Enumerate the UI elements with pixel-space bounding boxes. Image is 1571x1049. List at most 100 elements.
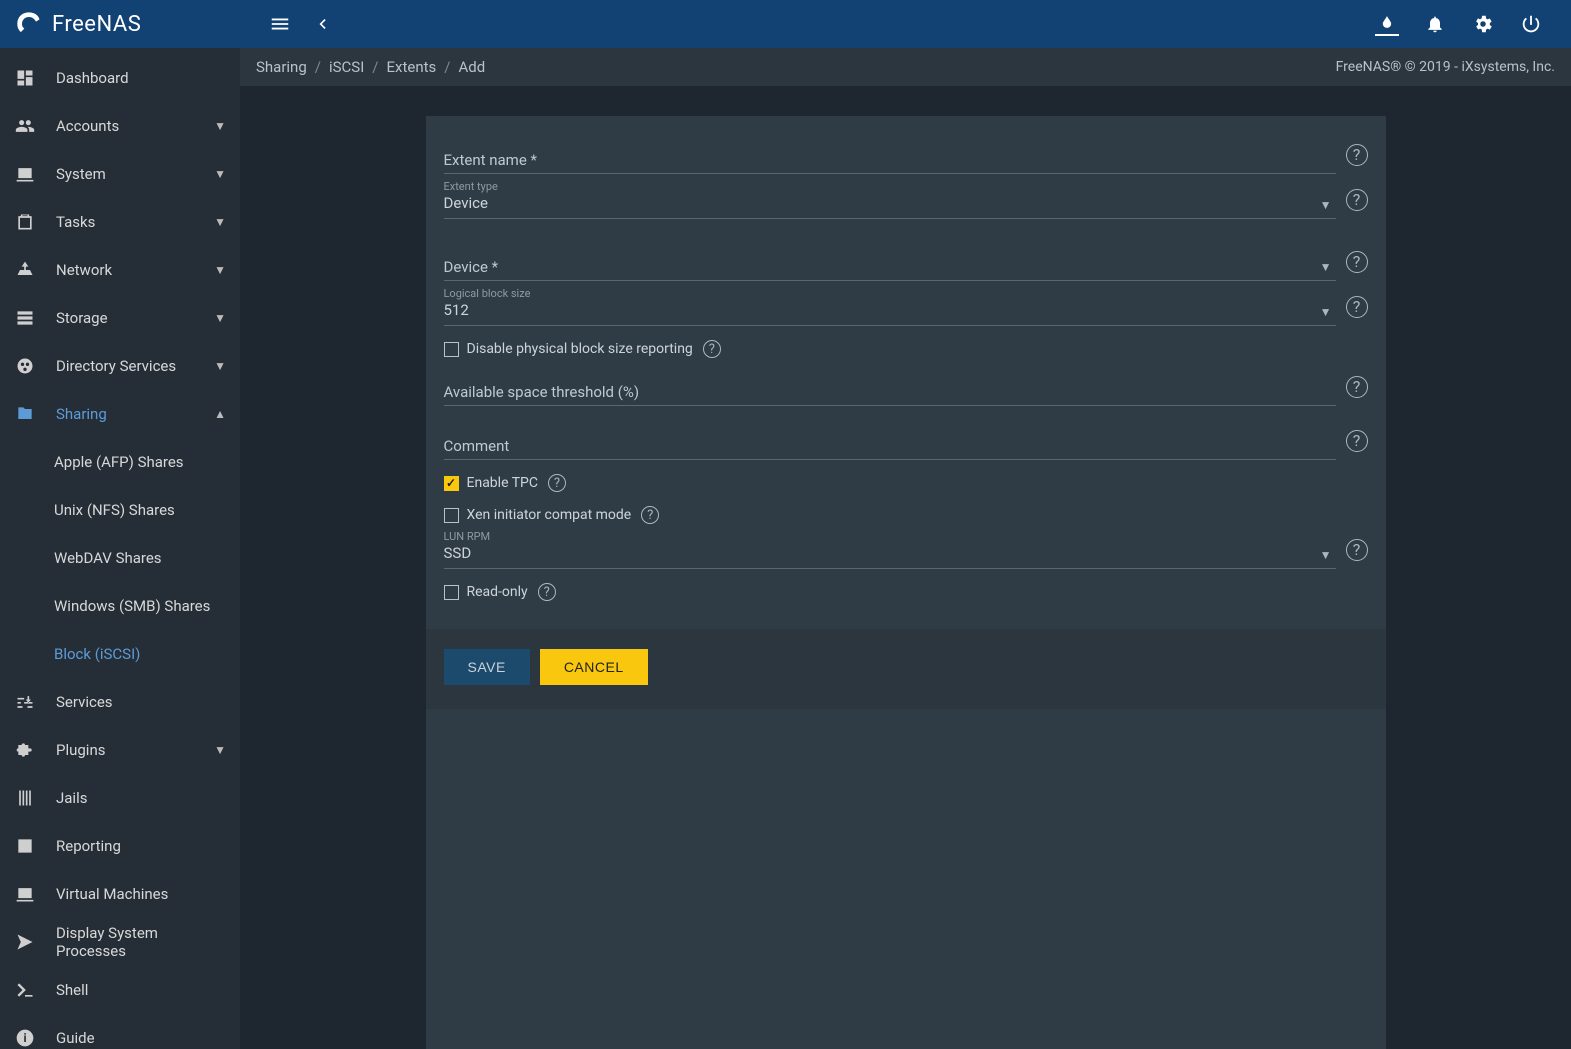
breadcrumb-sharing[interactable]: Sharing — [256, 58, 307, 76]
sidebar-label: Tasks — [56, 213, 194, 231]
extent-name-field[interactable]: Extent name * — [444, 136, 1336, 174]
help-icon[interactable]: ? — [538, 583, 556, 601]
help-icon[interactable]: ? — [1346, 296, 1368, 318]
help-icon[interactable]: ? — [548, 474, 566, 492]
tasks-icon — [14, 211, 36, 233]
processes-icon — [14, 931, 36, 953]
threshold-field[interactable]: Available space threshold (%) — [444, 368, 1336, 406]
help-icon[interactable]: ? — [1346, 376, 1368, 398]
extent-type-select[interactable]: Extent type Device ▼ — [444, 180, 1336, 219]
sidebar-item-accounts[interactable]: Accounts ▼ — [0, 102, 240, 150]
sidebar-label: Network — [56, 261, 194, 279]
help-icon[interactable]: ? — [703, 340, 721, 358]
sidebar-item-system[interactable]: System ▼ — [0, 150, 240, 198]
settings-icon[interactable] — [1471, 12, 1495, 36]
svg-text:i: i — [23, 1031, 26, 1045]
chevron-up-icon: ▲ — [214, 407, 226, 421]
sidebar-sub-smb[interactable]: Windows (SMB) Shares — [0, 582, 240, 630]
content: Sharing / iSCSI / Extents / Add FreeNAS®… — [240, 48, 1571, 1049]
shell-icon — [14, 979, 36, 1001]
sidebar-sub-afp[interactable]: Apple (AFP) Shares — [0, 438, 240, 486]
form-card: Extent name * ? Extent type Device ▼ ? — [426, 116, 1386, 1049]
breadcrumb-extents[interactable]: Extents — [386, 58, 436, 76]
topbar-left — [240, 12, 334, 36]
topbar-right — [1375, 12, 1571, 36]
sidebar-sub-nfs[interactable]: Unix (NFS) Shares — [0, 486, 240, 534]
brand: FreeNAS — [0, 9, 240, 39]
sidebar-item-shell[interactable]: Shell — [0, 966, 240, 1014]
sidebar-label: System — [56, 165, 194, 183]
services-icon — [14, 691, 36, 713]
menu-icon[interactable] — [268, 12, 292, 36]
guide-icon: i — [14, 1027, 36, 1049]
help-icon[interactable]: ? — [641, 506, 659, 524]
checkbox-label: Xen initiator compat mode — [467, 507, 632, 523]
sidebar-item-reporting[interactable]: Reporting — [0, 822, 240, 870]
field-label: Logical block size — [444, 287, 531, 300]
copyright: FreeNAS® © 2019 - iXsystems, Inc. — [1336, 59, 1555, 75]
field-value: Device — [444, 194, 1336, 214]
help-icon[interactable]: ? — [1346, 189, 1368, 211]
sidebar-label: Sharing — [56, 405, 194, 423]
save-button[interactable]: SAVE — [444, 649, 530, 685]
logical-block-size-select[interactable]: Logical block size 512 ▼ — [444, 287, 1336, 326]
sidebar-item-guide[interactable]: i Guide — [0, 1014, 240, 1049]
network-icon — [14, 259, 36, 281]
accounts-icon — [14, 115, 36, 137]
readonly-checkbox[interactable] — [444, 585, 459, 600]
storage-icon — [14, 307, 36, 329]
sidebar-label: Reporting — [56, 837, 226, 855]
device-select[interactable]: Device * ▼ — [444, 243, 1336, 281]
sidebar-item-tasks[interactable]: Tasks ▼ — [0, 198, 240, 246]
theme-icon[interactable] — [1375, 12, 1399, 36]
disable-pbs-checkbox[interactable] — [444, 342, 459, 357]
field-label: Extent name * — [444, 151, 537, 169]
vm-icon — [14, 883, 36, 905]
sidebar-item-services[interactable]: Services — [0, 678, 240, 726]
dashboard-icon — [14, 67, 36, 89]
enable-tpc-checkbox[interactable] — [444, 476, 459, 491]
breadcrumb: Sharing / iSCSI / Extents / Add FreeNAS®… — [240, 48, 1571, 86]
sidebar-item-network[interactable]: Network ▼ — [0, 246, 240, 294]
sharing-icon — [14, 403, 36, 425]
chevron-down-icon: ▼ — [1320, 260, 1332, 274]
sidebar-item-processes[interactable]: Display System Processes — [0, 918, 240, 966]
brand-name: FreeNAS — [52, 12, 141, 37]
sidebar-sub-label: Windows (SMB) Shares — [54, 597, 210, 615]
sidebar-label: Virtual Machines — [56, 885, 226, 903]
field-label: Available space threshold (%) — [444, 383, 640, 401]
xen-compat-checkbox[interactable] — [444, 508, 459, 523]
field-value: SSD — [444, 544, 1336, 564]
sidebar-sub-iscsi[interactable]: Block (iSCSI) — [0, 630, 240, 678]
comment-field[interactable]: Comment — [444, 422, 1336, 460]
back-icon[interactable] — [310, 12, 334, 36]
sidebar-label: Jails — [56, 789, 226, 807]
help-icon[interactable]: ? — [1346, 430, 1368, 452]
topbar: FreeNAS — [0, 0, 1571, 48]
sidebar-label: Directory Services — [56, 357, 194, 375]
field-label: LUN RPM — [444, 530, 491, 543]
sidebar-item-jails[interactable]: Jails — [0, 774, 240, 822]
sidebar-sub-label: Apple (AFP) Shares — [54, 453, 184, 471]
sidebar-item-sharing[interactable]: Sharing ▲ — [0, 390, 240, 438]
sidebar-item-vms[interactable]: Virtual Machines — [0, 870, 240, 918]
help-icon[interactable]: ? — [1346, 144, 1368, 166]
field-label: Comment — [444, 437, 510, 455]
breadcrumb-iscsi[interactable]: iSCSI — [329, 58, 364, 76]
sidebar-label: Plugins — [56, 741, 194, 759]
help-icon[interactable]: ? — [1346, 539, 1368, 561]
breadcrumb-add[interactable]: Add — [458, 58, 485, 76]
power-icon[interactable] — [1519, 12, 1543, 36]
sidebar-item-plugins[interactable]: Plugins ▼ — [0, 726, 240, 774]
sidebar-item-storage[interactable]: Storage ▼ — [0, 294, 240, 342]
sidebar-item-directory-services[interactable]: Directory Services ▼ — [0, 342, 240, 390]
sidebar-sub-label: Block (iSCSI) — [54, 645, 140, 663]
notifications-icon[interactable] — [1423, 12, 1447, 36]
sidebar-item-dashboard[interactable]: Dashboard — [0, 54, 240, 102]
sidebar-label: Display System Processes — [56, 924, 226, 960]
sidebar-sub-webdav[interactable]: WebDAV Shares — [0, 534, 240, 582]
lun-rpm-select[interactable]: LUN RPM SSD ▼ — [444, 530, 1336, 569]
help-icon[interactable]: ? — [1346, 251, 1368, 273]
cancel-button[interactable]: CANCEL — [540, 649, 648, 685]
sidebar-sub-label: WebDAV Shares — [54, 549, 162, 567]
